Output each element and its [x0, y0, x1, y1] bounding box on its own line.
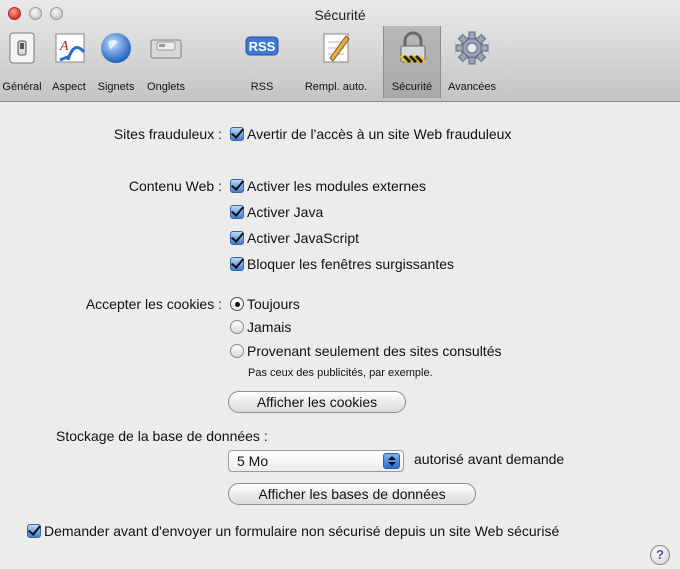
fraud-label: Sites frauduleux :: [113, 126, 222, 142]
tab-remplissage-auto[interactable]: Rempl. auto.: [296, 26, 376, 98]
light-switch-icon: [9, 32, 35, 64]
checkbox-checked-icon: [230, 205, 244, 219]
radio-unselected-icon: [230, 320, 244, 334]
database-storage-label: Stockage de la base de données :: [56, 428, 268, 444]
help-button[interactable]: ?: [650, 545, 670, 565]
enable-java-checkbox[interactable]: Activer Java: [230, 204, 323, 220]
security-pane: Sites frauduleux : Avertir de l'accès à …: [0, 103, 680, 569]
database-quota-select[interactable]: 5 Mo: [228, 450, 404, 472]
database-quota-suffix: autorisé avant demande: [414, 451, 565, 467]
tab-signets[interactable]: Signets: [94, 26, 138, 98]
tab-general[interactable]: Général: [0, 26, 44, 98]
checkbox-checked-icon: [230, 127, 244, 141]
tab-rss[interactable]: RSS RSS: [242, 26, 282, 98]
cookies-hint: Pas ceux des publicités, par exemple.: [248, 367, 433, 379]
window-toolbar: Sécurité Général A Aspect Signets Onglet…: [0, 0, 680, 102]
web-content-label: Contenu Web :: [128, 178, 222, 194]
tabs-icon: [150, 39, 182, 59]
cookies-label: Accepter les cookies :: [85, 296, 222, 312]
checkbox-checked-icon: [230, 231, 244, 245]
font-icon: A: [55, 33, 86, 63]
block-popups-checkbox[interactable]: Bloquer les fenêtres surgissantes: [230, 256, 454, 272]
pencil-form-icon: [323, 33, 350, 63]
preferences-window: Sécurité Général A Aspect Signets Onglet…: [0, 0, 680, 569]
cookies-visited-only-radio[interactable]: Provenant seulement des sites consultés: [230, 343, 501, 359]
show-cookies-button[interactable]: Afficher les cookies: [228, 391, 406, 413]
cookies-always-radio[interactable]: Toujours: [230, 296, 300, 312]
checkbox-checked-icon: [230, 179, 244, 193]
svg-text:A: A: [59, 39, 69, 54]
radio-unselected-icon: [230, 344, 244, 358]
gear-icon: [455, 31, 489, 65]
fraud-warning-checkbox[interactable]: Avertir de l'accès à un site Web fraudul…: [230, 126, 511, 142]
tab-aspect[interactable]: A Aspect: [46, 26, 92, 98]
rss-badge: RSS: [248, 39, 276, 54]
tab-onglets[interactable]: Onglets: [140, 26, 192, 98]
popup-arrows-icon: [383, 453, 400, 469]
globe-icon: [101, 33, 131, 63]
lock-icon: [399, 31, 427, 64]
checkbox-checked-icon: [230, 257, 244, 271]
cookies-never-radio[interactable]: Jamais: [230, 319, 291, 335]
tab-avancees[interactable]: Avancées: [443, 26, 501, 98]
enable-plugins-checkbox[interactable]: Activer les modules externes: [230, 178, 426, 194]
enable-javascript-checkbox[interactable]: Activer JavaScript: [230, 230, 359, 246]
checkbox-checked-icon: [27, 524, 41, 538]
show-databases-button[interactable]: Afficher les bases de données: [228, 483, 476, 505]
insecure-form-checkbox[interactable]: Demander avant d'envoyer un formulaire n…: [27, 523, 559, 539]
window-title: Sécurité: [314, 7, 366, 23]
tab-securite[interactable]: Sécurité: [383, 26, 441, 98]
radio-selected-icon: [230, 297, 244, 311]
